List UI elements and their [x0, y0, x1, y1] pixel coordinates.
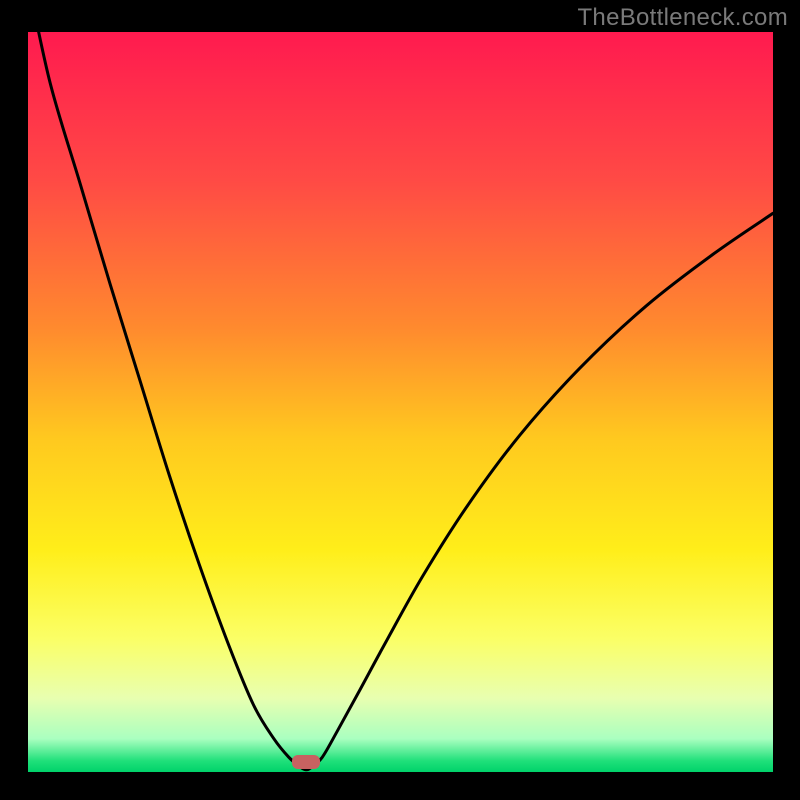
chart-root: TheBottleneck.com: [0, 0, 800, 800]
plot-area: [28, 32, 773, 772]
optimum-marker: [292, 755, 320, 769]
watermark-text: TheBottleneck.com: [577, 4, 788, 32]
